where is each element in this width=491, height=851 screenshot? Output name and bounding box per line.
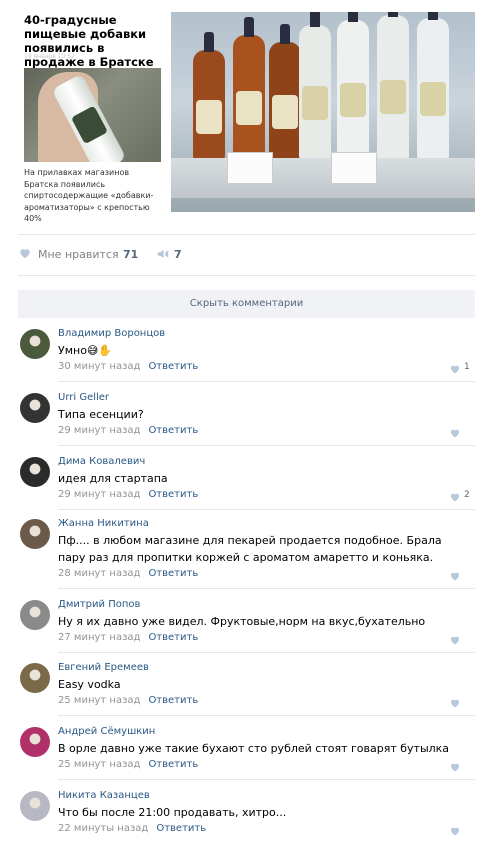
reply-button[interactable]: Ответить <box>148 632 198 643</box>
comment-like-button[interactable] <box>449 761 473 773</box>
comment-author[interactable]: Дмитрий Попов <box>58 599 140 610</box>
comment-author[interactable]: Евгений Еремеев <box>58 662 149 673</box>
reply-button[interactable]: Ответить <box>148 568 198 579</box>
thumbnail-caption: На прилавках магазинов Братска появились… <box>24 168 154 223</box>
comment-like-button[interactable]: 2 <box>449 490 473 503</box>
comment-time[interactable]: 30 минут назад <box>58 361 140 372</box>
comment-text: Типа есенции? <box>58 408 144 421</box>
comment-divider <box>58 445 475 446</box>
comment-divider <box>58 588 475 589</box>
avatar[interactable] <box>20 663 50 693</box>
comment-text: Easy vodka <box>58 678 121 691</box>
comment-time[interactable]: 27 минут назад <box>58 632 140 643</box>
comment-time[interactable]: 22 минуты назад <box>58 823 148 834</box>
comment-like-button[interactable] <box>449 825 473 837</box>
comment-like-button[interactable] <box>449 427 473 439</box>
article-headline[interactable]: 40-градусные пищевые добавки появились в… <box>24 13 159 69</box>
comment-text: Что бы после 21:00 продавать, хитро... <box>58 806 287 819</box>
comment-meta: 27 минут назад Ответить <box>58 632 198 643</box>
comment-meta: 28 минут назад Ответить <box>58 568 198 579</box>
comment-text: В орле давно уже такие бухают сто рублей… <box>58 742 450 755</box>
comment-like-button[interactable] <box>449 570 473 582</box>
comment-meta: 22 минуты назад Ответить <box>58 823 206 834</box>
hide-comments-button[interactable]: Скрыть комментарии <box>18 290 475 318</box>
comment-time[interactable]: 25 минут назад <box>58 695 140 706</box>
comment-meta: 30 минут назад Ответить <box>58 361 198 372</box>
megaphone-icon[interactable] <box>156 247 170 261</box>
comment-author[interactable]: Владимир Воронцов <box>58 328 165 339</box>
comment-like-button[interactable]: 1 <box>449 362 473 375</box>
share-count[interactable]: 7 <box>174 248 182 261</box>
comment-meta: 29 минут назад Ответить <box>58 425 198 436</box>
reply-button[interactable]: Ответить <box>148 695 198 706</box>
comment-author[interactable]: Дима Ковалевич <box>58 456 145 467</box>
divider <box>18 275 475 276</box>
comment-text: Ну я их давно уже видел. Фруктовые,норм … <box>58 615 426 628</box>
comment-author[interactable]: Urri Geller <box>58 392 109 403</box>
comment-divider <box>58 715 475 716</box>
comment-text: Умно😅✋ <box>58 344 113 357</box>
reply-button[interactable]: Ответить <box>148 489 198 500</box>
comment-divider <box>58 779 475 780</box>
comment-like-button[interactable] <box>449 697 473 709</box>
reply-button[interactable]: Ответить <box>148 425 198 436</box>
comment-time[interactable]: 25 минут назад <box>58 759 140 770</box>
comment-author[interactable]: Никита Казанцев <box>58 790 150 801</box>
avatar[interactable] <box>20 791 50 821</box>
avatar[interactable] <box>20 519 50 549</box>
comment-divider <box>58 652 475 653</box>
avatar[interactable] <box>20 329 50 359</box>
article-preview[interactable]: 40-градусные пищевые добавки появились в… <box>0 0 491 225</box>
comment-author[interactable]: Жанна Никитина <box>58 518 149 529</box>
comment-like-count: 2 <box>464 490 470 500</box>
comment-author[interactable]: Андрей Сёмушкин <box>58 726 155 737</box>
heart-icon[interactable] <box>18 246 32 260</box>
article-photo[interactable] <box>171 12 475 212</box>
comment-divider <box>58 381 475 382</box>
avatar[interactable] <box>20 727 50 757</box>
comment-meta: 25 минут назад Ответить <box>58 695 198 706</box>
article-date: 19 января 10:52 <box>24 53 75 60</box>
comment-meta: 25 минут назад Ответить <box>58 759 198 770</box>
avatar[interactable] <box>20 457 50 487</box>
comment-time[interactable]: 28 минут назад <box>58 568 140 579</box>
comment-time[interactable]: 29 минут назад <box>58 425 140 436</box>
divider <box>18 234 475 235</box>
comment-like-count: 1 <box>464 362 470 372</box>
comment-divider <box>58 509 475 510</box>
comment-meta: 29 минут назад Ответить <box>58 489 198 500</box>
avatar[interactable] <box>20 600 50 630</box>
like-count[interactable]: 71 <box>123 248 138 261</box>
reply-button[interactable]: Ответить <box>148 759 198 770</box>
like-button[interactable]: Мне нравится <box>38 248 119 261</box>
reply-button[interactable]: Ответить <box>156 823 206 834</box>
comment-text: идея для стартапа <box>58 472 168 485</box>
article-thumbnail[interactable] <box>24 68 161 162</box>
comment-text: Пф.... в любом магазине для пекарей прод… <box>58 534 442 564</box>
reply-button[interactable]: Ответить <box>148 361 198 372</box>
comment-like-button[interactable] <box>449 634 473 646</box>
avatar[interactable] <box>20 393 50 423</box>
comment-time[interactable]: 29 минут назад <box>58 489 140 500</box>
